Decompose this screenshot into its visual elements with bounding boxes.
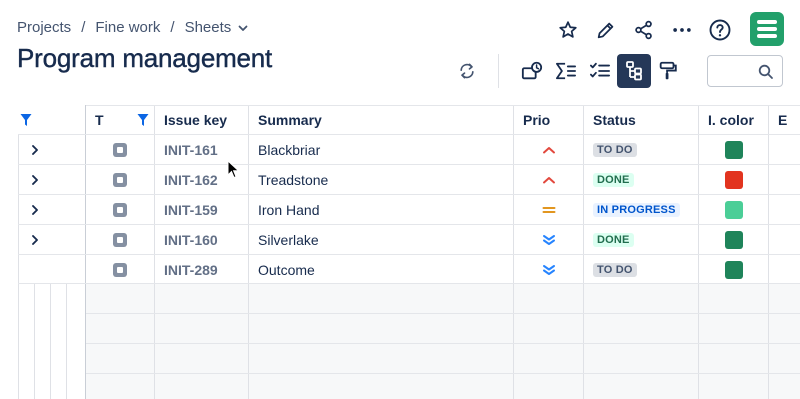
status-cell[interactable]: TO DO	[593, 135, 637, 165]
issues-grid: T Issue key Summary Prio Status I. color…	[0, 105, 800, 399]
status-badge: IN PROGRESS	[593, 203, 680, 217]
toolbar	[450, 54, 685, 88]
column-header-status[interactable]: Status	[593, 105, 636, 135]
priority-medium-icon	[514, 195, 583, 225]
table-row[interactable]: INIT-161 Blackbriar TO DO	[0, 135, 800, 165]
sum-icon[interactable]	[549, 54, 583, 88]
column-header-summary[interactable]: Summary	[258, 105, 322, 135]
empty-grid-area	[86, 283, 800, 399]
summary-cell[interactable]: Treadstone	[258, 165, 328, 195]
breadcrumb: Projects / Fine work / Sheets	[17, 19, 249, 36]
color-swatch	[724, 261, 743, 279]
issue-key-cell[interactable]: INIT-161	[164, 135, 218, 165]
color-swatch	[724, 201, 743, 219]
summary-cell[interactable]: Outcome	[258, 255, 315, 285]
grid-line	[86, 313, 800, 314]
page-title: Program management	[17, 43, 273, 73]
priority-high-icon	[514, 135, 583, 165]
search-icon[interactable]	[758, 64, 774, 85]
table-row[interactable]: INIT-159 Iron Hand IN PROGRESS	[0, 195, 800, 225]
grid-line	[86, 373, 800, 374]
checklist-icon[interactable]	[583, 54, 617, 88]
column-header-extra[interactable]: E	[778, 105, 787, 135]
app-logo-icon[interactable]	[750, 12, 784, 46]
breadcrumb-fine-work[interactable]: Fine work	[95, 19, 160, 36]
issue-key-cell[interactable]: INIT-289	[164, 255, 218, 285]
issue-key-cell[interactable]: INIT-160	[164, 225, 218, 255]
issue-key-cell[interactable]: INIT-159	[164, 195, 218, 225]
issue-type-icon	[113, 263, 127, 277]
tree-icon[interactable]	[617, 54, 651, 88]
priority-lowest-icon	[514, 255, 583, 285]
grid-line	[50, 283, 51, 399]
issue-type-cell	[86, 255, 154, 285]
color-swatch	[724, 141, 743, 159]
refresh-icon[interactable]	[450, 54, 484, 88]
hierarchy-view-icon[interactable]	[515, 54, 549, 88]
pencil-icon[interactable]	[590, 14, 622, 46]
color-cell[interactable]	[699, 255, 768, 285]
issue-type-icon	[113, 173, 127, 187]
filter-icon[interactable]	[20, 105, 32, 135]
chevron-right-icon[interactable]	[28, 165, 42, 195]
chevron-right-icon[interactable]	[28, 135, 42, 165]
status-badge: TO DO	[593, 143, 637, 157]
status-cell[interactable]: IN PROGRESS	[593, 195, 680, 225]
issue-type-icon	[113, 233, 127, 247]
grid-line	[86, 343, 800, 344]
color-swatch	[724, 231, 743, 249]
color-cell[interactable]	[699, 195, 768, 225]
color-cell[interactable]	[699, 135, 768, 165]
column-header-t[interactable]: T	[95, 105, 104, 135]
issue-type-cell	[86, 165, 154, 195]
search-field[interactable]	[707, 55, 783, 87]
status-badge: DONE	[593, 173, 634, 187]
issue-type-icon	[113, 143, 127, 157]
issue-type-cell	[86, 225, 154, 255]
grid-line	[34, 283, 35, 399]
color-cell[interactable]	[699, 165, 768, 195]
color-swatch	[724, 171, 743, 189]
summary-cell[interactable]: Blackbriar	[258, 135, 320, 165]
summary-cell[interactable]: Iron Hand	[258, 195, 319, 225]
filter-icon[interactable]	[137, 105, 149, 135]
issue-type-cell	[86, 195, 154, 225]
header-actions	[552, 14, 742, 46]
status-cell[interactable]: DONE	[593, 225, 634, 255]
star-icon[interactable]	[552, 14, 584, 46]
chevron-right-icon[interactable]	[28, 195, 42, 225]
priority-high-icon	[514, 165, 583, 195]
table-row[interactable]: INIT-160 Silverlake DONE	[0, 225, 800, 255]
more-icon[interactable]	[666, 14, 698, 46]
status-badge: TO DO	[593, 263, 637, 277]
column-header-i-color[interactable]: I. color	[708, 105, 754, 135]
toolbar-divider	[498, 54, 499, 88]
breadcrumb-separator: /	[170, 19, 175, 36]
breadcrumb-sheets[interactable]: Sheets	[185, 19, 232, 36]
help-icon[interactable]	[704, 14, 736, 46]
status-cell[interactable]: DONE	[593, 165, 634, 195]
share-icon[interactable]	[628, 14, 660, 46]
breadcrumb-separator: /	[81, 19, 86, 36]
column-header-prio[interactable]: Prio	[523, 105, 550, 135]
status-cell[interactable]: TO DO	[593, 255, 637, 285]
issue-key-cell[interactable]: INIT-162	[164, 165, 218, 195]
summary-cell[interactable]: Silverlake	[258, 225, 319, 255]
issue-type-icon	[113, 203, 127, 217]
format-paint-icon[interactable]	[651, 54, 685, 88]
priority-lowest-icon	[514, 225, 583, 255]
chevron-right-icon[interactable]	[28, 225, 42, 255]
mouse-cursor-icon	[227, 159, 241, 185]
table-row[interactable]: INIT-289 Outcome TO DO	[0, 255, 800, 285]
issue-type-cell	[86, 135, 154, 165]
search-input[interactable]	[714, 56, 764, 86]
status-badge: DONE	[593, 233, 634, 247]
grid-line	[66, 283, 67, 399]
chevron-down-icon[interactable]	[237, 22, 249, 34]
table-row[interactable]: INIT-162 Treadstone DONE	[0, 165, 800, 195]
color-cell[interactable]	[699, 225, 768, 255]
column-header-issue-key[interactable]: Issue key	[164, 105, 227, 135]
breadcrumb-projects[interactable]: Projects	[17, 19, 71, 36]
